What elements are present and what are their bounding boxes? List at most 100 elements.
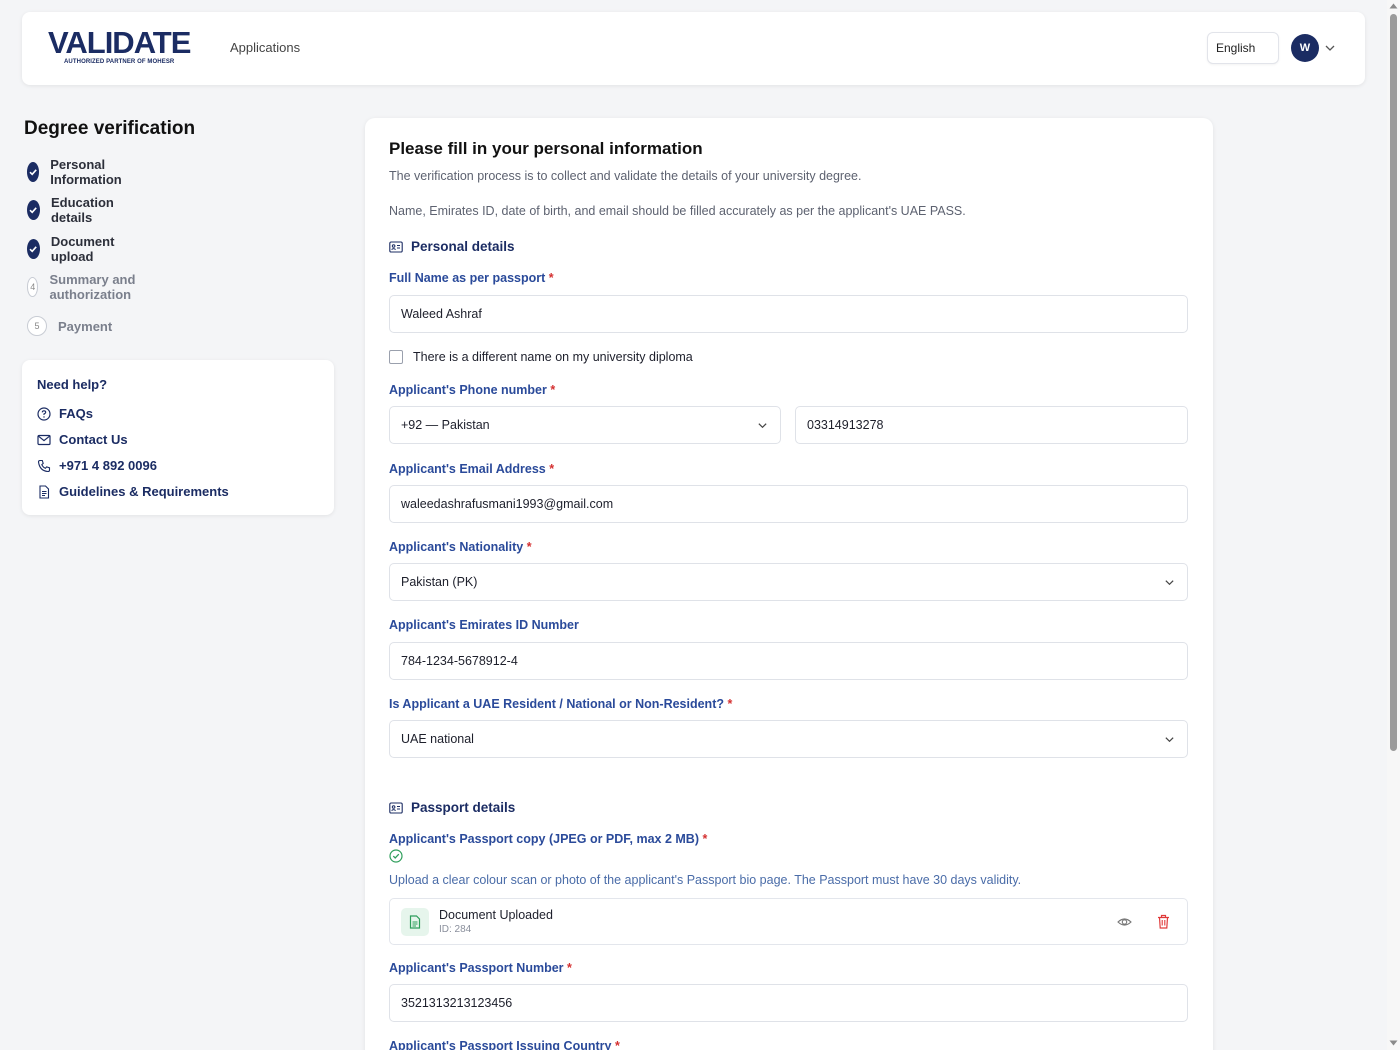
passport-number-input[interactable]: 3521313213123456 bbox=[389, 984, 1188, 1022]
chevron-down-icon bbox=[1165, 737, 1174, 743]
select-value: Pakistan (PK) bbox=[401, 575, 478, 589]
check-icon bbox=[27, 162, 40, 182]
label-text: Applicant's Nationality bbox=[389, 540, 524, 554]
user-avatar[interactable]: W bbox=[1291, 34, 1319, 62]
help-item-label: FAQs bbox=[59, 406, 93, 421]
mail-icon bbox=[37, 434, 51, 445]
required-mark: * bbox=[526, 540, 532, 554]
select-value: +92 — Pakistan bbox=[401, 418, 490, 432]
label-text: Full Name as per passport bbox=[389, 271, 546, 285]
phone-label: Applicant's Phone number * bbox=[389, 383, 555, 397]
help-contact-link[interactable]: Contact Us bbox=[37, 432, 128, 447]
required-mark: * bbox=[614, 1039, 620, 1050]
scrollbar-thumb[interactable] bbox=[1390, 14, 1397, 751]
upload-title: Document Uploaded bbox=[439, 908, 553, 922]
email-label: Applicant's Email Address * bbox=[389, 462, 554, 476]
resident-status-label: Is Applicant a UAE Resident / National o… bbox=[389, 697, 732, 711]
upload-id: ID: 284 bbox=[439, 924, 472, 935]
label-text: Applicant's Emirates ID Number bbox=[389, 618, 579, 632]
help-item-label: +971 4 892 0096 bbox=[59, 458, 157, 473]
question-circle-icon bbox=[37, 406, 51, 421]
required-mark: * bbox=[702, 832, 708, 846]
step-personal-information[interactable]: Personal Information bbox=[27, 157, 130, 187]
top-header: VALIDATE AUTHORIZED PARTNER OF MOHESR Ap… bbox=[22, 12, 1365, 85]
form-description: The verification process is to collect a… bbox=[389, 169, 862, 183]
step-number: 4 bbox=[27, 277, 39, 297]
checkbox[interactable] bbox=[389, 350, 403, 364]
language-button[interactable]: English bbox=[1207, 32, 1279, 64]
required-mark: * bbox=[567, 961, 572, 975]
document-icon bbox=[39, 484, 50, 499]
phone-number-input[interactable]: 03314913278 bbox=[795, 406, 1188, 444]
label-text: Applicant's Phone number bbox=[389, 383, 547, 397]
eye-icon[interactable] bbox=[1117, 915, 1132, 929]
chevron-down-icon[interactable] bbox=[1324, 42, 1336, 54]
step-document-upload[interactable]: Document upload bbox=[27, 234, 122, 264]
passport-copy-label: Applicant's Passport copy (JPEG or PDF, … bbox=[389, 832, 707, 846]
email-input[interactable]: waleedashrafusmani1993@gmail.com bbox=[389, 485, 1188, 523]
select-value: UAE national bbox=[401, 732, 474, 746]
required-mark: * bbox=[549, 462, 555, 476]
logo-tagline: AUTHORIZED PARTNER OF MOHESR bbox=[64, 59, 175, 65]
emirates-id-label: Applicant's Emirates ID Number bbox=[389, 618, 579, 632]
sidebar-title: Degree verification bbox=[24, 118, 196, 139]
resident-status-select[interactable]: UAE national bbox=[389, 720, 1188, 758]
label-text: Applicant's Passport Number bbox=[389, 961, 564, 975]
full-name-label: Full Name as per passport * bbox=[389, 271, 554, 285]
nationality-select[interactable]: Pakistan (PK) bbox=[389, 563, 1188, 601]
personal-info-form: Please fill in your personal information… bbox=[365, 118, 1213, 1050]
label-text: Applicant's Passport copy (JPEG or PDF, … bbox=[389, 832, 699, 846]
scroll-up-arrow-icon[interactable] bbox=[1389, 3, 1398, 9]
help-guidelines-link[interactable]: Guidelines & Requirements bbox=[37, 484, 229, 499]
chevron-down-icon bbox=[758, 423, 767, 429]
emirates-id-input[interactable]: 784-1234-5678912-4 bbox=[389, 642, 1188, 680]
nationality-label: Applicant's Nationality * bbox=[389, 540, 532, 554]
required-mark: * bbox=[727, 697, 733, 711]
section-title: Personal details bbox=[411, 239, 515, 254]
chevron-down-icon bbox=[1165, 580, 1174, 586]
validate-logo[interactable]: VALIDATE AUTHORIZED PARTNER OF MOHESR bbox=[48, 27, 193, 75]
required-mark: * bbox=[548, 271, 554, 285]
file-icon bbox=[401, 908, 429, 936]
step-payment[interactable]: 5 Payment bbox=[27, 316, 112, 336]
label-text: Is Applicant a UAE Resident / National o… bbox=[389, 697, 724, 711]
passport-number-label: Applicant's Passport Number * bbox=[389, 961, 572, 975]
check-icon bbox=[27, 239, 40, 259]
step-label: Payment bbox=[58, 318, 113, 334]
id-card-icon bbox=[389, 801, 403, 814]
label-text: Applicant's Email Address bbox=[389, 462, 546, 476]
phone-icon bbox=[37, 459, 51, 472]
checkbox-label: There is a different name on my universi… bbox=[413, 350, 693, 364]
step-label: Personal Information bbox=[50, 157, 122, 187]
check-icon bbox=[27, 200, 40, 220]
step-number: 5 bbox=[27, 316, 47, 336]
step-education-details[interactable]: Education details bbox=[27, 195, 121, 225]
required-mark: * bbox=[550, 383, 556, 397]
check-circle-icon bbox=[389, 849, 403, 863]
help-panel: Need help? FAQs Contact Us +971 4 892 00… bbox=[22, 360, 334, 515]
page-scrollbar[interactable] bbox=[1387, 0, 1400, 1050]
help-phone-link[interactable]: +971 4 892 0096 bbox=[37, 458, 157, 473]
scroll-down-arrow-icon[interactable] bbox=[1389, 1040, 1398, 1046]
personal-details-heading: Personal details bbox=[389, 239, 515, 254]
trash-icon[interactable] bbox=[1157, 914, 1170, 929]
nav-applications-link[interactable]: Applications bbox=[230, 40, 300, 55]
form-note: Name, Emirates ID, date of birth, and em… bbox=[389, 204, 966, 218]
step-label: Summary and authorization bbox=[49, 272, 136, 302]
passport-country-label: Applicant's Passport Issuing Country * bbox=[389, 1039, 620, 1050]
logo-wordmark: VALIDATE bbox=[48, 25, 191, 60]
label-text: Applicant's Passport Issuing Country bbox=[389, 1039, 612, 1050]
step-summary-authorization[interactable]: 4 Summary and authorization bbox=[27, 272, 140, 302]
help-item-label: Guidelines & Requirements bbox=[59, 484, 229, 499]
different-name-checkbox[interactable]: There is a different name on my universi… bbox=[389, 350, 693, 364]
help-faqs-link[interactable]: FAQs bbox=[37, 406, 93, 421]
help-item-label: Contact Us bbox=[59, 432, 128, 447]
step-label: Education details bbox=[50, 195, 114, 225]
passport-details-heading: Passport details bbox=[389, 800, 515, 815]
full-name-input[interactable]: Waleed Ashraf bbox=[389, 295, 1188, 333]
help-title: Need help? bbox=[37, 377, 108, 392]
uploaded-document-row: Document Uploaded ID: 284 bbox=[389, 898, 1188, 945]
step-label: Document upload bbox=[50, 234, 115, 264]
phone-country-select[interactable]: +92 — Pakistan bbox=[389, 406, 781, 444]
form-title: Please fill in your personal information bbox=[389, 139, 703, 158]
